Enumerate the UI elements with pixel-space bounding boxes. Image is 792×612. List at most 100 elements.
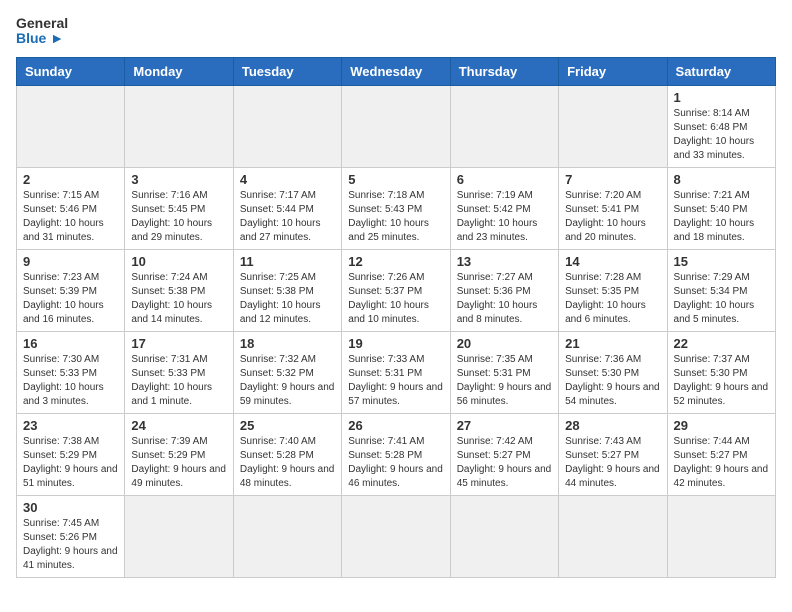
- weekday-header-tuesday: Tuesday: [233, 57, 341, 85]
- day-info: Sunrise: 7:20 AM Sunset: 5:41 PM Dayligh…: [565, 189, 660, 245]
- day-info: Sunrise: 7:17 AM Sunset: 5:44 PM Dayligh…: [240, 189, 335, 245]
- day-info: Sunrise: 7:23 AM Sunset: 5:39 PM Dayligh…: [23, 271, 118, 327]
- day-info: Sunrise: 7:21 AM Sunset: 5:40 PM Dayligh…: [674, 189, 769, 245]
- day-number: 15: [674, 254, 769, 269]
- calendar-cell: 18 Sunrise: 7:32 AM Sunset: 5:32 PM Dayli…: [233, 331, 341, 413]
- day-info: Sunrise: 7:45 AM Sunset: 5:26 PM Dayligh…: [23, 517, 118, 573]
- day-info: Sunrise: 7:44 AM Sunset: 5:27 PM Dayligh…: [674, 435, 769, 491]
- week-row-5: 30 Sunrise: 7:45 AM Sunset: 5:26 PM Dayli…: [17, 495, 776, 577]
- calendar-cell: 4 Sunrise: 7:17 AM Sunset: 5:44 PM Daylig…: [233, 167, 341, 249]
- calendar-cell: 27Sunrise: 7:42 AM Sunset: 5:27 PM Dayli…: [450, 413, 558, 495]
- weekday-header-sunday: Sunday: [17, 57, 125, 85]
- day-info: Sunrise: 7:40 AM Sunset: 5:28 PM Dayligh…: [240, 435, 335, 491]
- day-number: 29: [674, 418, 769, 433]
- day-number: 2: [23, 172, 118, 187]
- day-number: 9: [23, 254, 118, 269]
- day-number: 25: [240, 418, 335, 433]
- week-row-2: 9 Sunrise: 7:23 AM Sunset: 5:39 PM Daylig…: [17, 249, 776, 331]
- day-info: Sunrise: 7:37 AM Sunset: 5:30 PM Dayligh…: [674, 353, 769, 409]
- calendar-cell: [559, 85, 667, 167]
- calendar-cell: 26 Sunrise: 7:41 AM Sunset: 5:28 PM Dayli…: [342, 413, 450, 495]
- calendar-cell: 1Sunrise: 8:14 AM Sunset: 6:48 PM Daylig…: [667, 85, 775, 167]
- calendar-cell: 21 Sunrise: 7:36 AM Sunset: 5:30 PM Dayli…: [559, 331, 667, 413]
- day-number: 7: [565, 172, 660, 187]
- day-number: 18: [240, 336, 335, 351]
- day-number: 24: [131, 418, 226, 433]
- weekday-header-row: SundayMondayTuesdayWednesdayThursdayFrid…: [17, 57, 776, 85]
- day-info: Sunrise: 7:29 AM Sunset: 5:34 PM Dayligh…: [674, 271, 769, 327]
- calendar-cell: [125, 495, 233, 577]
- calendar-cell: [17, 85, 125, 167]
- day-info: Sunrise: 7:31 AM Sunset: 5:33 PM Dayligh…: [131, 353, 226, 409]
- calendar-cell: 25 Sunrise: 7:40 AM Sunset: 5:28 PM Dayli…: [233, 413, 341, 495]
- day-number: 10: [131, 254, 226, 269]
- day-info: Sunrise: 7:33 AM Sunset: 5:31 PM Dayligh…: [348, 353, 443, 409]
- logo: General Blue ►: [16, 16, 68, 47]
- calendar-cell: 23Sunrise: 7:38 AM Sunset: 5:29 PM Dayli…: [17, 413, 125, 495]
- day-info: Sunrise: 7:42 AM Sunset: 5:27 PM Dayligh…: [457, 435, 552, 491]
- calendar-cell: 24 Sunrise: 7:39 AM Sunset: 5:29 PM Dayli…: [125, 413, 233, 495]
- day-info: Sunrise: 7:26 AM Sunset: 5:37 PM Dayligh…: [348, 271, 443, 327]
- day-number: 26: [348, 418, 443, 433]
- day-number: 28: [565, 418, 660, 433]
- weekday-header-friday: Friday: [559, 57, 667, 85]
- calendar-cell: 2 Sunrise: 7:15 AM Sunset: 5:46 PM Daylig…: [17, 167, 125, 249]
- calendar-cell: [233, 85, 341, 167]
- calendar: SundayMondayTuesdayWednesdayThursdayFrid…: [16, 57, 776, 578]
- calendar-cell: 10Sunrise: 7:24 AM Sunset: 5:38 PM Dayli…: [125, 249, 233, 331]
- day-info: Sunrise: 7:27 AM Sunset: 5:36 PM Dayligh…: [457, 271, 552, 327]
- day-info: Sunrise: 7:32 AM Sunset: 5:32 PM Dayligh…: [240, 353, 335, 409]
- day-number: 21: [565, 336, 660, 351]
- day-info: Sunrise: 7:36 AM Sunset: 5:30 PM Dayligh…: [565, 353, 660, 409]
- calendar-cell: 20 Sunrise: 7:35 AM Sunset: 5:31 PM Dayli…: [450, 331, 558, 413]
- calendar-cell: 15 Sunrise: 7:29 AM Sunset: 5:34 PM Dayli…: [667, 249, 775, 331]
- calendar-cell: 9 Sunrise: 7:23 AM Sunset: 5:39 PM Daylig…: [17, 249, 125, 331]
- calendar-cell: 11Sunrise: 7:25 AM Sunset: 5:38 PM Dayli…: [233, 249, 341, 331]
- logo-triangle: ►: [50, 30, 64, 46]
- calendar-cell: 17Sunrise: 7:31 AM Sunset: 5:33 PM Dayli…: [125, 331, 233, 413]
- calendar-cell: [559, 495, 667, 577]
- day-number: 5: [348, 172, 443, 187]
- calendar-cell: [233, 495, 341, 577]
- day-number: 20: [457, 336, 552, 351]
- day-number: 6: [457, 172, 552, 187]
- calendar-cell: 8Sunrise: 7:21 AM Sunset: 5:40 PM Daylig…: [667, 167, 775, 249]
- calendar-cell: 6 Sunrise: 7:19 AM Sunset: 5:42 PM Daylig…: [450, 167, 558, 249]
- calendar-cell: 16Sunrise: 7:30 AM Sunset: 5:33 PM Dayli…: [17, 331, 125, 413]
- day-number: 23: [23, 418, 118, 433]
- calendar-cell: [450, 85, 558, 167]
- day-info: Sunrise: 7:15 AM Sunset: 5:46 PM Dayligh…: [23, 189, 118, 245]
- day-number: 1: [674, 90, 769, 105]
- day-info: Sunrise: 7:19 AM Sunset: 5:42 PM Dayligh…: [457, 189, 552, 245]
- week-row-1: 2 Sunrise: 7:15 AM Sunset: 5:46 PM Daylig…: [17, 167, 776, 249]
- day-number: 11: [240, 254, 335, 269]
- day-number: 14: [565, 254, 660, 269]
- calendar-cell: 13 Sunrise: 7:27 AM Sunset: 5:36 PM Dayli…: [450, 249, 558, 331]
- calendar-cell: [667, 495, 775, 577]
- weekday-header-wednesday: Wednesday: [342, 57, 450, 85]
- calendar-cell: [342, 85, 450, 167]
- day-info: Sunrise: 7:39 AM Sunset: 5:29 PM Dayligh…: [131, 435, 226, 491]
- day-number: 13: [457, 254, 552, 269]
- day-number: 30: [23, 500, 118, 515]
- calendar-cell: 29 Sunrise: 7:44 AM Sunset: 5:27 PM Dayli…: [667, 413, 775, 495]
- calendar-cell: 3Sunrise: 7:16 AM Sunset: 5:45 PM Daylig…: [125, 167, 233, 249]
- weekday-header-saturday: Saturday: [667, 57, 775, 85]
- calendar-cell: 14 Sunrise: 7:28 AM Sunset: 5:35 PM Dayli…: [559, 249, 667, 331]
- day-number: 4: [240, 172, 335, 187]
- calendar-cell: [342, 495, 450, 577]
- header: General Blue ►: [16, 16, 776, 47]
- day-info: Sunrise: 7:35 AM Sunset: 5:31 PM Dayligh…: [457, 353, 552, 409]
- day-number: 3: [131, 172, 226, 187]
- day-number: 12: [348, 254, 443, 269]
- calendar-cell: 12 Sunrise: 7:26 AM Sunset: 5:37 PM Dayli…: [342, 249, 450, 331]
- calendar-cell: 19Sunrise: 7:33 AM Sunset: 5:31 PM Dayli…: [342, 331, 450, 413]
- day-info: Sunrise: 7:28 AM Sunset: 5:35 PM Dayligh…: [565, 271, 660, 327]
- week-row-0: 1Sunrise: 8:14 AM Sunset: 6:48 PM Daylig…: [17, 85, 776, 167]
- calendar-cell: 5Sunrise: 7:18 AM Sunset: 5:43 PM Daylig…: [342, 167, 450, 249]
- weekday-header-thursday: Thursday: [450, 57, 558, 85]
- calendar-cell: 28Sunrise: 7:43 AM Sunset: 5:27 PM Dayli…: [559, 413, 667, 495]
- day-info: Sunrise: 7:41 AM Sunset: 5:28 PM Dayligh…: [348, 435, 443, 491]
- week-row-4: 23Sunrise: 7:38 AM Sunset: 5:29 PM Dayli…: [17, 413, 776, 495]
- weekday-header-monday: Monday: [125, 57, 233, 85]
